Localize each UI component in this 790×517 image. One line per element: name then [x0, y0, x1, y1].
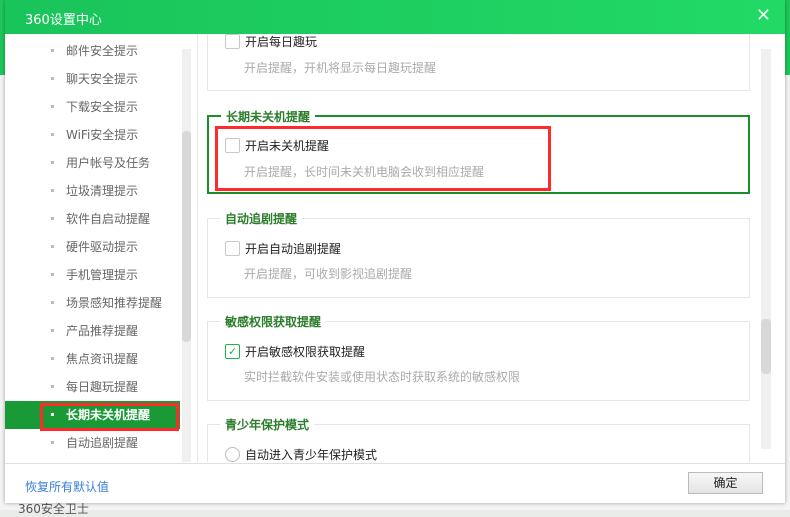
close-icon[interactable]: ✕ — [756, 5, 771, 26]
sidebar-item-label: 场景感知推荐提醒 — [66, 296, 163, 310]
sidebar-item[interactable]: 邮件安全提示 — [5, 37, 180, 65]
highlight-box-content — [215, 126, 551, 191]
footer-divider — [5, 463, 785, 464]
bullet-icon — [51, 105, 54, 108]
sidebar: 邮件安全提示 聊天安全提示 下载安全提示 WiFi安全提示 用户帐号及任务 垃圾清理提示软… — [5, 34, 192, 462]
sidebar-item[interactable]: 用户帐号及任务 — [5, 149, 180, 177]
option-desc: 实时拦截软件安装或使用状态时获取系统的敏感权限 — [244, 370, 521, 384]
sidebar-item[interactable]: 手机管理提示 — [5, 261, 180, 289]
sidebar-item-label: 焦点资讯提醒 — [66, 352, 139, 366]
section-title: 青少年保护模式 — [220, 416, 315, 433]
bullet-icon — [51, 273, 54, 276]
bullet-icon — [51, 133, 54, 136]
title-bar: 360设置中心 ✕ — [5, 0, 785, 34]
sidebar-item-label: 下载安全提示 — [66, 100, 139, 114]
daily-fun-checkbox[interactable]: 开启每日趣玩 — [225, 34, 317, 50]
bullet-icon — [51, 385, 54, 388]
bullet-icon — [51, 329, 54, 332]
option-label: 开启每日趣玩 — [245, 35, 318, 49]
section-title: 长期未关机提醒 — [221, 108, 316, 125]
highlight-box-sidebar — [40, 403, 179, 431]
sidebar-item[interactable]: 每日趣玩提醒 — [5, 373, 180, 401]
section-sensitive-permission: 敏感权限获取提醒 ✓ 开启敏感权限获取提醒 实时拦截软件安装或使用状态时获取系统… — [207, 313, 750, 401]
auto-drama-checkbox[interactable]: 开启自动追剧提醒 — [225, 240, 341, 257]
sidebar-item[interactable]: 垃圾清理提示 — [5, 177, 180, 205]
restore-defaults-link[interactable]: 恢复所有默认值 — [25, 478, 109, 495]
bullet-icon — [51, 441, 54, 444]
sidebar-item[interactable]: 下载安全提示 — [5, 93, 180, 121]
sidebar-item[interactable]: WiFi安全提示 — [5, 121, 180, 149]
sidebar-item-label: 自动追剧提醒 — [66, 436, 139, 450]
section-daily-fun: 开启每日趣玩 开启提醒，开机将显示每日趣玩提醒 — [207, 34, 750, 91]
radio-icon[interactable] — [225, 447, 240, 462]
sidebar-item[interactable]: 场景感知推荐提醒 — [5, 289, 180, 317]
content-scrollbar[interactable] — [761, 49, 771, 449]
sidebar-item[interactable]: 产品推荐提醒 — [5, 317, 180, 345]
sidebar-item-label: 每日趣玩提醒 — [66, 380, 139, 394]
section-title: 自动追剧提醒 — [220, 210, 303, 227]
sensitive-permission-checkbox[interactable]: ✓ 开启敏感权限获取提醒 — [225, 343, 365, 360]
bullet-icon — [51, 189, 54, 192]
bullet-icon — [51, 217, 54, 220]
sidebar-scrollbar-thumb[interactable] — [182, 131, 191, 342]
settings-content: 开启每日趣玩 开启提醒，开机将显示每日趣玩提醒 长期未关机提醒 开启未关机提醒 … — [198, 34, 785, 462]
ok-button[interactable]: 确定 — [688, 472, 763, 494]
section-youth-mode: 青少年保护模式 自动进入青少年保护模式 — [207, 416, 750, 462]
window-title: 360设置中心 — [25, 13, 102, 28]
content-scrollbar-thumb[interactable] — [761, 319, 771, 374]
section-auto-drama: 自动追剧提醒 开启自动追剧提醒 开启提醒，可收到影视追剧提醒 — [207, 210, 750, 298]
option-label: 自动进入青少年保护模式 — [245, 448, 378, 462]
bullet-icon — [51, 357, 54, 360]
bullet-icon — [51, 161, 54, 164]
sidebar-item[interactable]: 自动追剧提醒 — [5, 429, 180, 457]
option-desc: 开启提醒，可收到影视追剧提醒 — [244, 267, 413, 281]
sidebar-item-label: 邮件安全提示 — [66, 44, 139, 58]
sidebar-item-label: 硬件驱动提示 — [66, 240, 139, 254]
checkbox-icon[interactable] — [225, 241, 240, 256]
sidebar-item-label: 聊天安全提示 — [66, 72, 139, 86]
settings-dialog: 360设置中心 ✕ 邮件安全提示 聊天安全提示 下载安全提示 WiFi安全提示 用户帐号… — [5, 0, 785, 503]
sidebar-item[interactable]: 硬件驱动提示 — [5, 233, 180, 261]
checkmark-icon[interactable]: ✓ — [225, 344, 240, 359]
bullet-icon — [51, 301, 54, 304]
sidebar-item-label: 垃圾清理提示 — [66, 184, 139, 198]
sidebar-item[interactable]: 焦点资讯提醒 — [5, 345, 180, 373]
option-label: 开启自动追剧提醒 — [245, 242, 342, 256]
option-desc: 开启提醒，开机将显示每日趣玩提醒 — [244, 61, 437, 75]
sidebar-item[interactable]: 聊天安全提示 — [5, 65, 180, 93]
sidebar-item[interactable]: 软件自启动提醒 — [5, 205, 180, 233]
sidebar-item-label: 产品推荐提醒 — [66, 324, 139, 338]
option-label: 开启敏感权限获取提醒 — [245, 345, 366, 359]
sidebar-item-label: 用户帐号及任务 — [66, 156, 151, 170]
bullet-icon — [51, 49, 54, 52]
sidebar-item-label: 软件自启动提醒 — [66, 212, 151, 226]
sidebar-item-label: 手机管理提示 — [66, 268, 139, 282]
bullet-icon — [51, 77, 54, 80]
sidebar-item-label: WiFi安全提示 — [66, 128, 139, 142]
section-title: 敏感权限获取提醒 — [220, 313, 327, 330]
youth-mode-radio[interactable]: 自动进入青少年保护模式 — [225, 446, 377, 462]
bullet-icon — [51, 245, 54, 248]
checkbox-icon[interactable] — [225, 34, 240, 49]
